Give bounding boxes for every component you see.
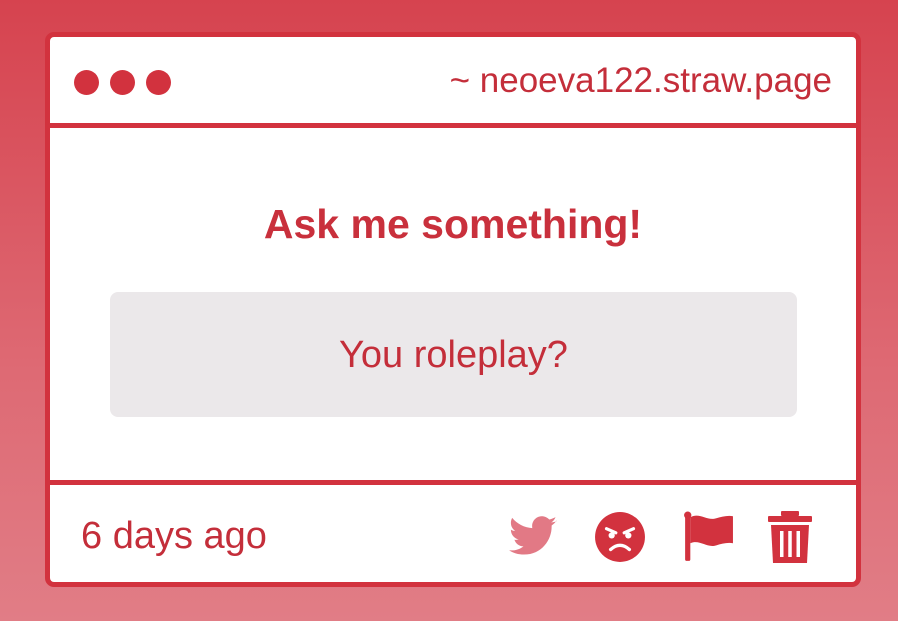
trash-icon[interactable] (764, 511, 816, 563)
question-card: ~ neoeva122.straw.page Ask me something!… (45, 32, 861, 587)
question-text: You roleplay? (339, 333, 568, 376)
page-heading: Ask me something! (263, 201, 643, 247)
page-url-link[interactable]: ~ neoeva122.straw.page (450, 59, 832, 103)
window-dot (74, 70, 99, 95)
card-footer: 6 days ago (50, 480, 856, 582)
question-box: You roleplay? (110, 292, 797, 417)
window-dot (110, 70, 135, 95)
question-body: Ask me something! You roleplay? (50, 128, 856, 480)
twitter-icon[interactable] (507, 511, 559, 563)
window-titlebar: ~ neoeva122.straw.page (50, 37, 856, 128)
flag-icon[interactable] (682, 511, 734, 563)
window-dot (146, 70, 171, 95)
timestamp: 6 days ago (81, 515, 267, 557)
angry-face-icon[interactable] (594, 511, 646, 563)
